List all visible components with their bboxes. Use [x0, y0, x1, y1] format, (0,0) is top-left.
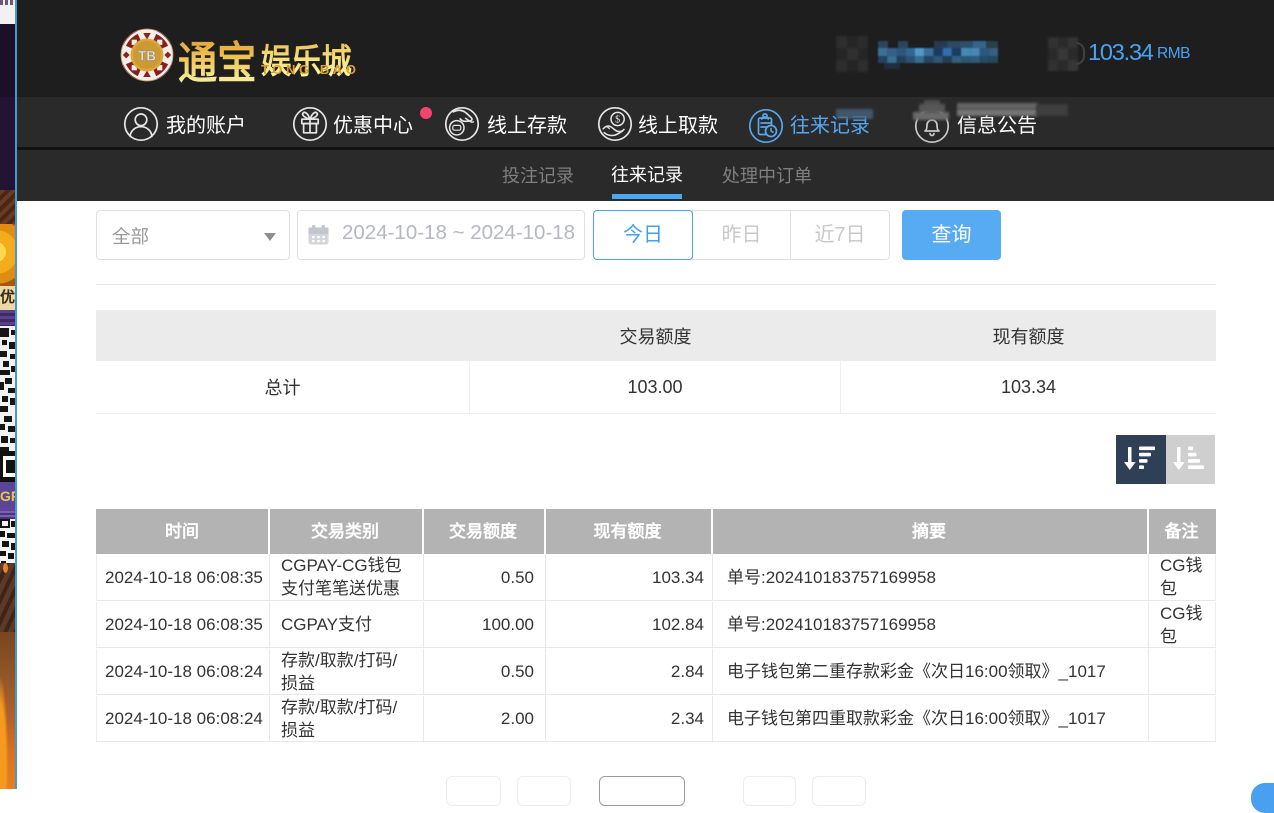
svg-text:$: $ [615, 115, 620, 126]
svg-text:TB: TB [138, 49, 156, 64]
